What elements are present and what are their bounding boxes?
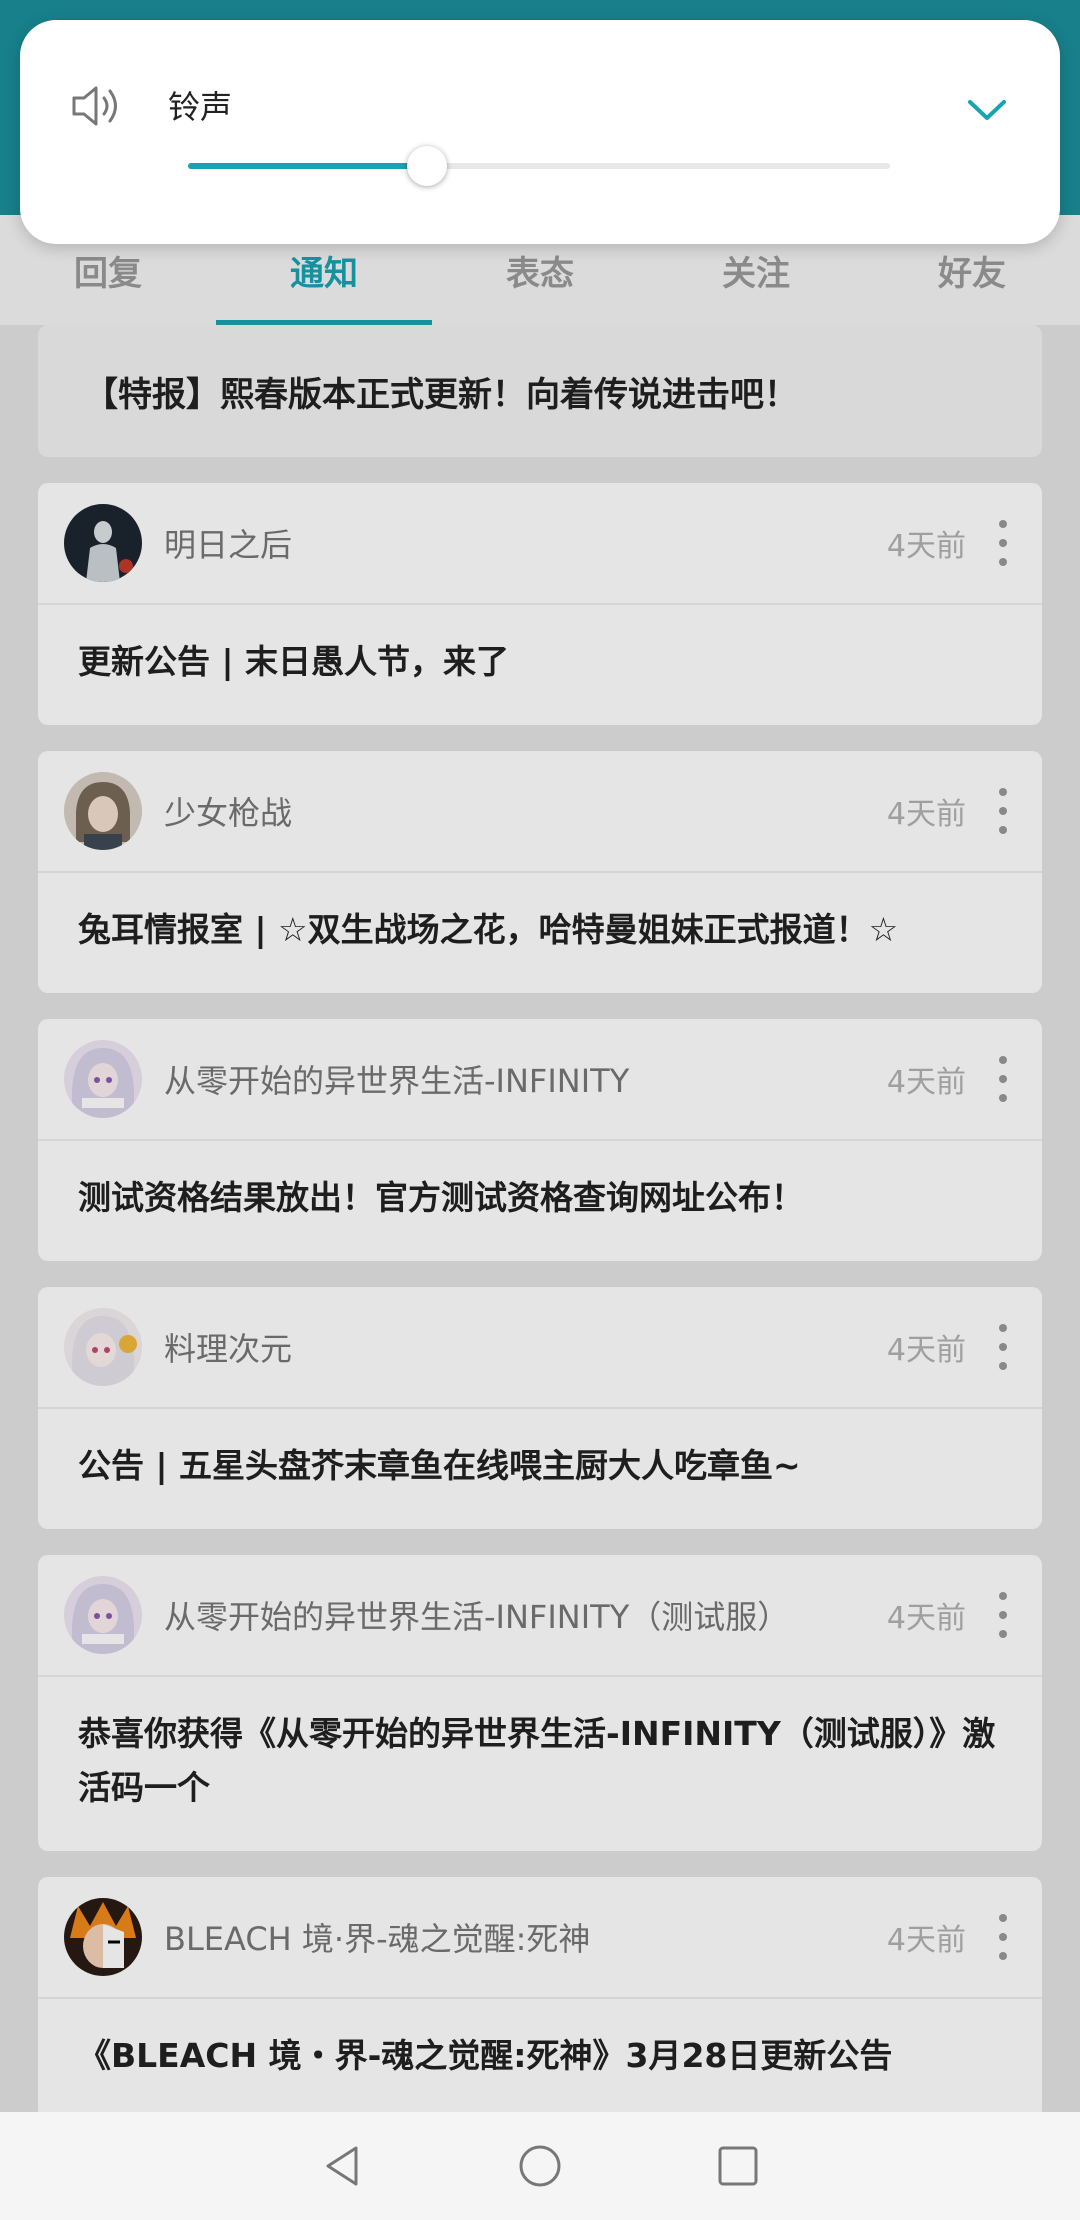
post-header: 料理次元 4天前 xyxy=(38,1287,1042,1409)
system-nav-bar xyxy=(0,2112,1080,2220)
more-options-icon[interactable] xyxy=(992,1056,1014,1102)
more-options-icon[interactable] xyxy=(992,1592,1014,1638)
post-title[interactable]: 兔耳情报室 | ☆双生战场之花，哈特曼姐妹正式报道！☆ xyxy=(38,873,1042,993)
speaker-icon[interactable] xyxy=(66,76,126,136)
post-time: 4天前 xyxy=(886,797,966,832)
home-icon[interactable] xyxy=(516,2142,564,2190)
post-header: 从零开始的异世界生活-INFINITY 4天前 xyxy=(38,1019,1042,1141)
volume-dialog: 铃声 xyxy=(20,20,1060,244)
post-card[interactable]: 明日之后 4天前 更新公告 | 末日愚人节，来了 xyxy=(38,483,1042,725)
post-title[interactable]: 恭喜你获得《从零开始的异世界生活-INFINITY（测试服）》激活码一个 xyxy=(38,1677,1042,1851)
post-card[interactable]: 从零开始的异世界生活-INFINITY 4天前 测试资格结果放出！官方测试资格查… xyxy=(38,1019,1042,1261)
post-time: 4天前 xyxy=(886,529,966,564)
volume-slider-fill xyxy=(188,163,427,169)
screen: 回复 通知 表态 关注 好友 【特报】熙春版本正式更新！向着传说进击吧！ 明日之… xyxy=(0,0,1080,2220)
post-author[interactable]: 少女枪战 xyxy=(164,788,887,834)
volume-slider-thumb[interactable] xyxy=(406,146,447,186)
more-options-icon[interactable] xyxy=(992,520,1014,566)
headline-card[interactable]: 【特报】熙春版本正式更新！向着传说进击吧！ xyxy=(38,325,1042,457)
recents-icon[interactable] xyxy=(714,2142,762,2190)
post-header: 从零开始的异世界生活-INFINITY（测试服） 4天前 xyxy=(38,1555,1042,1677)
avatar[interactable] xyxy=(64,772,142,850)
more-options-icon[interactable] xyxy=(992,1914,1014,1960)
post-title[interactable]: 测试资格结果放出！官方测试资格查询网址公布！ xyxy=(38,1141,1042,1261)
post-card[interactable]: BLEACH 境·界-魂之觉醒:死神 4天前 《BLEACH 境・界-魂之觉醒:… xyxy=(38,1877,1042,2119)
post-header: 少女枪战 4天前 xyxy=(38,751,1042,873)
post-card[interactable]: 少女枪战 4天前 兔耳情报室 | ☆双生战场之花，哈特曼姐妹正式报道！☆ xyxy=(38,751,1042,993)
volume-slider[interactable] xyxy=(188,146,890,186)
post-header: 明日之后 4天前 xyxy=(38,483,1042,605)
more-options-icon[interactable] xyxy=(992,788,1014,834)
avatar[interactable] xyxy=(64,504,142,582)
post-card[interactable]: 料理次元 4天前 公告 | 五星头盘芥末章鱼在线喂主厨大人吃章鱼~ xyxy=(38,1287,1042,1529)
post-author[interactable]: 从零开始的异世界生活-INFINITY（测试服） xyxy=(164,1592,887,1638)
avatar[interactable] xyxy=(64,1898,142,1976)
more-options-icon[interactable] xyxy=(992,1324,1014,1370)
post-header: BLEACH 境·界-魂之觉醒:死神 4天前 xyxy=(38,1877,1042,1999)
post-time: 4天前 xyxy=(886,1923,966,1958)
post-time: 4天前 xyxy=(886,1333,966,1368)
post-author[interactable]: 从零开始的异世界生活-INFINITY xyxy=(164,1056,887,1102)
post-time: 4天前 xyxy=(886,1065,966,1100)
post-title[interactable]: 公告 | 五星头盘芥末章鱼在线喂主厨大人吃章鱼~ xyxy=(38,1409,1042,1529)
post-title[interactable]: 更新公告 | 末日愚人节，来了 xyxy=(38,605,1042,725)
volume-stream-label: 铃声 xyxy=(168,88,233,126)
avatar[interactable] xyxy=(64,1308,142,1386)
post-card[interactable]: 从零开始的异世界生活-INFINITY（测试服） 4天前 恭喜你获得《从零开始的… xyxy=(38,1555,1042,1851)
post-title[interactable]: 《BLEACH 境・界-魂之觉醒:死神》3月28日更新公告 xyxy=(38,1999,1042,2119)
post-time: 4天前 xyxy=(886,1601,966,1636)
post-author[interactable]: BLEACH 境·界-魂之觉醒:死神 xyxy=(164,1914,887,1960)
chevron-down-icon[interactable] xyxy=(964,92,1010,128)
avatar[interactable] xyxy=(64,1576,142,1654)
post-author[interactable]: 明日之后 xyxy=(164,520,887,566)
notification-feed: 【特报】熙春版本正式更新！向着传说进击吧！ 明日之后 4天前 更新公告 | 末日… xyxy=(38,325,1042,2145)
post-author[interactable]: 料理次元 xyxy=(164,1324,887,1370)
back-icon[interactable] xyxy=(318,2142,366,2190)
avatar[interactable] xyxy=(64,1040,142,1118)
